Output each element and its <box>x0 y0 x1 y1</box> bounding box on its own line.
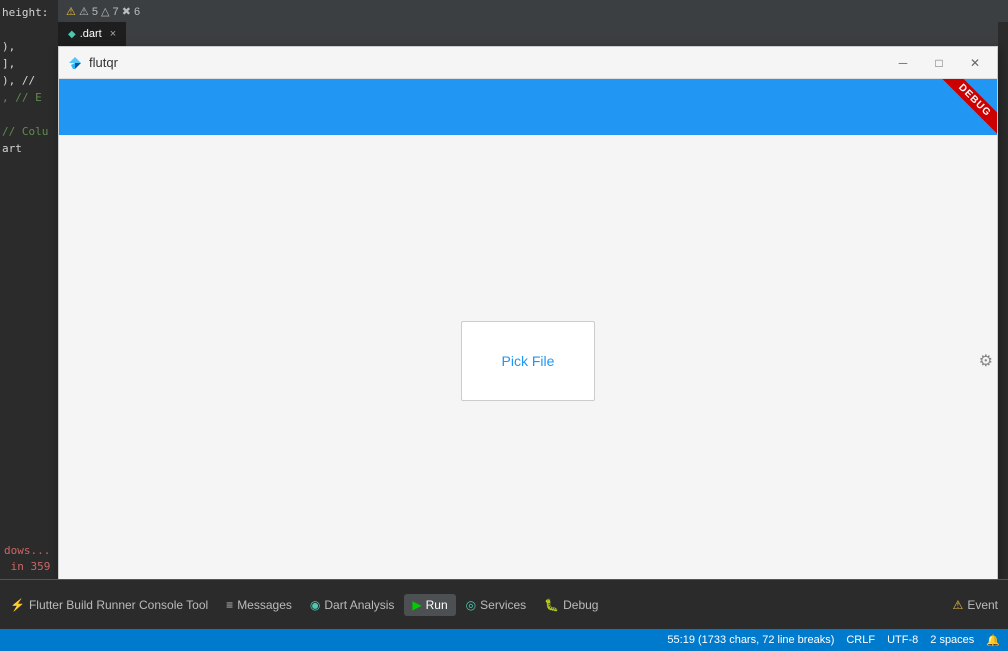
messages-icon: ≡ <box>226 598 233 612</box>
warnings-text: ⚠ ⚠ 5 △ 7 ✖ 6 <box>66 5 140 18</box>
code-tab-dart[interactable]: ◆ .dart × <box>58 22 126 46</box>
code-tabs-bar: ◆ .dart × <box>58 22 998 46</box>
notifications-icon[interactable]: 🔔 <box>986 634 1000 647</box>
console-line-1: dows... <box>4 543 54 559</box>
code-panel: height: 100, ), ], ), // , // E // Colu … <box>0 0 58 161</box>
tab-services[interactable]: ◎ Services <box>458 594 535 616</box>
bottom-tabs: ⚡ Flutter Build Runner Console Tool ≡ Me… <box>0 580 1008 629</box>
indent-size[interactable]: 2 spaces <box>930 634 974 646</box>
warnings-bar: ⚠ ⚠ 5 △ 7 ✖ 6 <box>58 0 1008 22</box>
code-line-1: height: 100, <box>2 4 56 21</box>
maximize-button[interactable]: □ <box>925 52 953 74</box>
pick-file-button[interactable]: Pick File <box>461 321 596 401</box>
services-label: Services <box>480 598 526 612</box>
flutter-titlebar: flutqr ─ □ ✕ <box>59 47 997 79</box>
console-line-2: in 359 <box>4 559 54 575</box>
debug-icon: 🐛 <box>544 598 559 612</box>
flutter-content-area: Pick File ⚙ <box>59 135 997 587</box>
messages-label: Messages <box>237 598 292 612</box>
code-line-art: art <box>2 140 56 157</box>
tab-event[interactable]: ⚠ Event <box>945 594 1006 616</box>
flutter-runner-label: Flutter Build Runner Console Tool <box>29 598 208 612</box>
close-button[interactable]: ✕ <box>961 52 989 74</box>
line-endings[interactable]: CRLF <box>846 634 875 646</box>
dart-analysis-label: Dart Analysis <box>324 598 394 612</box>
tab-flutter-build-runner[interactable]: ⚡ Flutter Build Runner Console Tool <box>2 594 216 616</box>
settings-icon[interactable]: ⚙ <box>979 351 993 371</box>
services-icon: ◎ <box>466 598 476 612</box>
code-line-2 <box>2 21 56 38</box>
debug-banner-text: DEBUG <box>938 79 997 135</box>
code-line-6: , // E <box>2 89 56 106</box>
flutter-runner-icon: ⚡ <box>10 598 25 612</box>
flutter-window: flutqr ─ □ ✕ DEBUG Pick File ⚙ <box>58 46 998 586</box>
encoding[interactable]: UTF-8 <box>887 634 918 646</box>
tab-run[interactable]: ▶ Run <box>404 594 455 616</box>
status-bar: 55:19 (1733 chars, 72 line breaks) CRLF … <box>0 629 1008 651</box>
cursor-position: 55:19 (1733 chars, 72 line breaks) <box>667 634 834 646</box>
flutter-appbar: DEBUG <box>59 79 997 135</box>
flutter-window-title: flutqr <box>89 55 889 70</box>
code-line-7 <box>2 106 56 123</box>
bottom-panel: ⚡ Flutter Build Runner Console Tool ≡ Me… <box>0 579 1008 629</box>
debug-banner: DEBUG <box>917 79 997 135</box>
code-line-4: ], <box>2 55 56 72</box>
tab-close-icon[interactable]: × <box>110 28 116 40</box>
tab-messages[interactable]: ≡ Messages <box>218 594 300 616</box>
tab-dart-analysis[interactable]: ◉ Dart Analysis <box>302 594 403 616</box>
run-label: Run <box>426 598 448 612</box>
minimize-button[interactable]: ─ <box>889 52 917 74</box>
code-line-5: ), // <box>2 72 56 89</box>
debug-label: Debug <box>563 598 598 612</box>
code-line-8: // Colu <box>2 123 56 140</box>
tab-debug[interactable]: 🐛 Debug <box>536 594 606 616</box>
tab-dart-label: .dart <box>80 28 102 40</box>
window-controls: ─ □ ✕ <box>889 52 989 74</box>
code-line-3: ), <box>2 38 56 55</box>
console-output: dows... in 359 <box>0 539 58 579</box>
flutter-logo-icon <box>67 55 83 71</box>
run-icon: ▶ <box>412 598 421 612</box>
event-label: Event <box>967 598 998 612</box>
event-icon: ⚠ <box>953 598 964 612</box>
dart-analysis-icon: ◉ <box>310 598 320 612</box>
tab-dart-icon: ◆ <box>68 29 76 40</box>
